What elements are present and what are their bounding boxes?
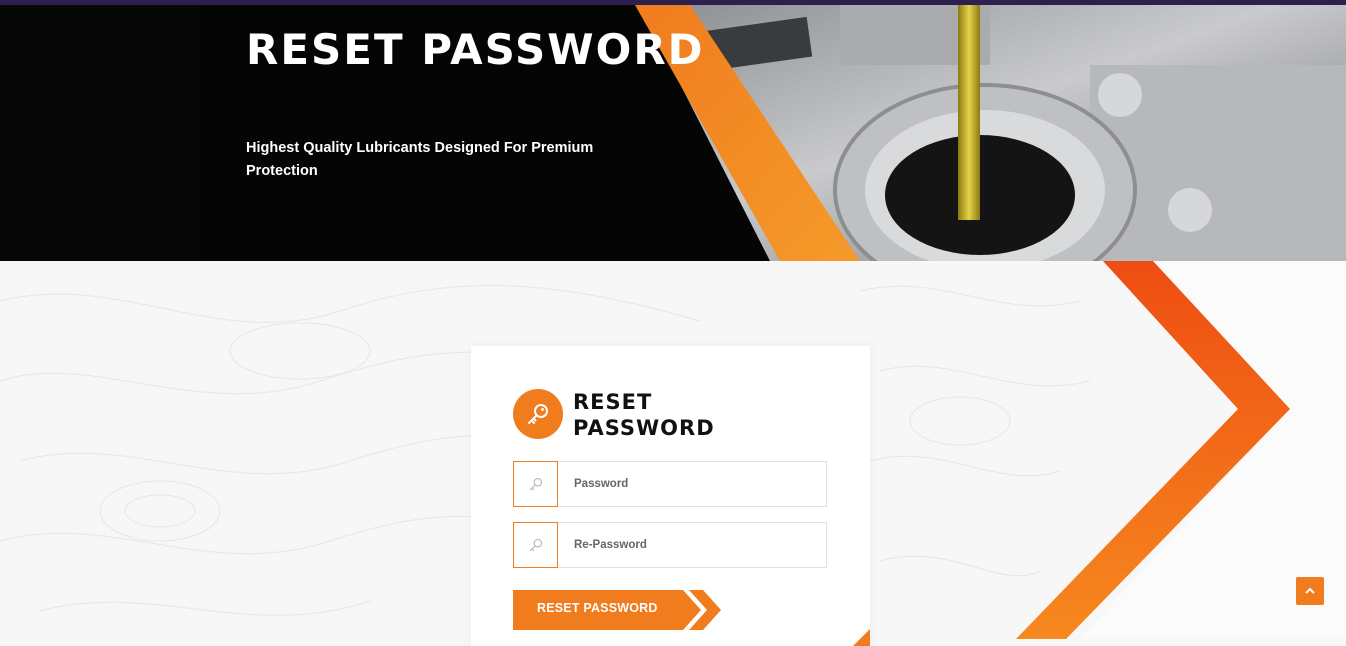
reset-password-button[interactable]: RESET PASSWORD [513, 590, 728, 630]
key-icon [513, 461, 558, 507]
form-title: RESET PASSWORD [573, 390, 715, 440]
password-field [513, 461, 827, 507]
back-to-top-button[interactable] [1296, 577, 1324, 605]
chevron-up-icon [1305, 587, 1315, 594]
hero-title-text: RESET PASSWORD [246, 25, 705, 74]
hero-banner: RESET PASSWORD Highest Quality Lubricant… [0, 5, 1346, 261]
hero-title: RESET PASSWORD [246, 25, 705, 75]
reset-password-button-label: RESET PASSWORD [537, 601, 658, 615]
key-icon [513, 389, 563, 439]
key-icon [513, 522, 558, 568]
reset-password-card: RESET PASSWORD RESET PASSWORD [471, 346, 870, 646]
repassword-field [513, 522, 827, 568]
repassword-input[interactable] [574, 523, 814, 567]
card-corner-accent [853, 629, 870, 646]
password-input[interactable] [574, 462, 814, 506]
hero-subtitle: Highest Quality Lubricants Designed For … [246, 140, 594, 179]
